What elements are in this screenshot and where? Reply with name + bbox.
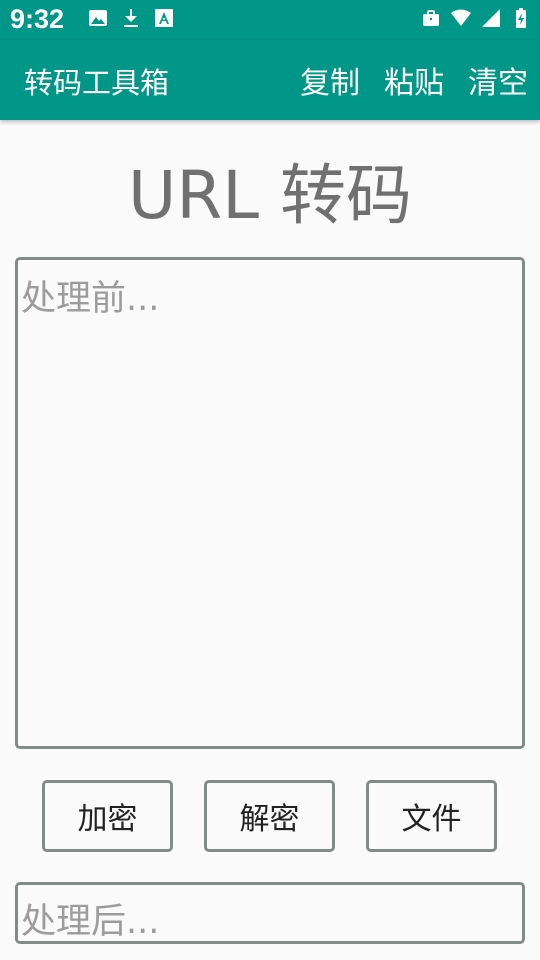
output-placeholder: 处理后... <box>21 902 160 942</box>
app-bar: 转码工具箱 复制 粘贴 清空 <box>0 40 540 120</box>
app-actions: 复制 粘贴 清空 <box>300 58 528 102</box>
status-notification-icons <box>88 8 174 28</box>
decrypt-button[interactable]: 解密 <box>204 780 335 852</box>
copy-button[interactable]: 复制 <box>300 58 360 102</box>
status-time: 9:32 <box>10 4 65 34</box>
paste-button[interactable]: 粘贴 <box>384 58 444 102</box>
encrypt-button[interactable]: 加密 <box>42 780 173 852</box>
image-icon <box>89 10 107 26</box>
battery-charging-icon <box>516 8 526 28</box>
clear-button[interactable]: 清空 <box>468 58 528 102</box>
page-title: URL 转码 <box>128 157 412 234</box>
status-system-icons <box>421 8 531 28</box>
input-placeholder: 处理前... <box>21 279 160 319</box>
input-textarea[interactable]: 处理前... <box>15 257 525 749</box>
briefcase-icon <box>423 10 439 26</box>
wifi-icon <box>451 9 471 26</box>
download-icon <box>124 9 138 27</box>
file-button[interactable]: 文件 <box>366 780 497 852</box>
text-a-icon <box>155 9 173 27</box>
status-bar: 9:32 <box>0 0 540 40</box>
cell-signal-icon <box>482 9 500 27</box>
app-title: 转码工具箱 <box>24 66 170 100</box>
output-field[interactable]: 处理后... <box>15 882 525 944</box>
